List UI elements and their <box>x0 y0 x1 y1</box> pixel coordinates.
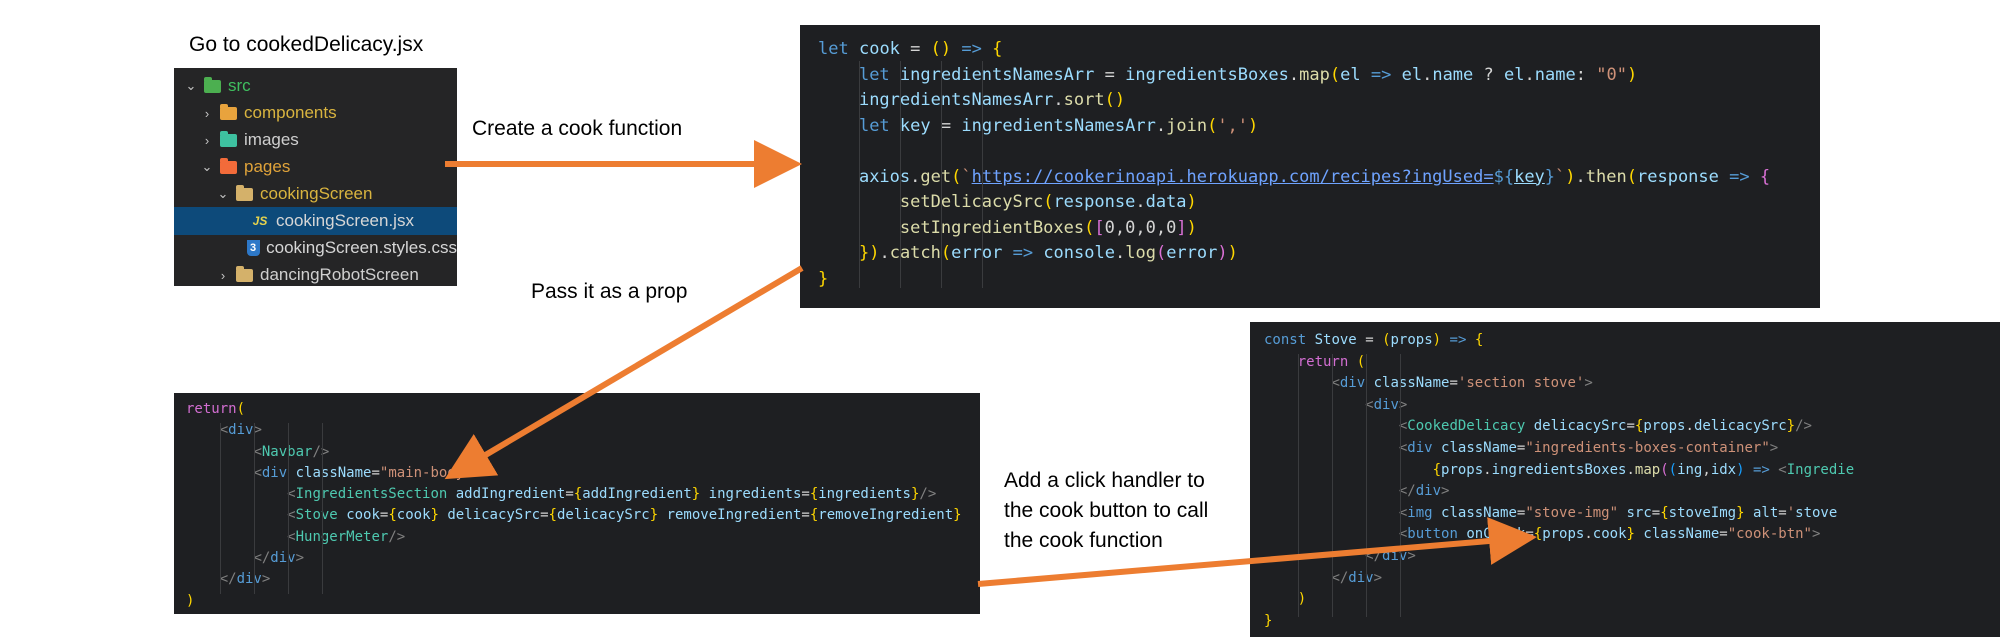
code-line: <div className="main-body"> <box>253 464 482 481</box>
code-line: <div> <box>1365 396 1408 413</box>
code-line: {props.ingredientsBoxes.map((ing,idx) =>… <box>1432 461 1855 478</box>
folder-open-icon <box>234 184 254 202</box>
main-return-code-panel: return( <div> <Navbar/> <div className="… <box>174 393 980 614</box>
tree-item-label: cookingScreen <box>260 184 373 203</box>
chevron-down-icon: ⌄ <box>201 159 213 174</box>
tree-item-label: components <box>244 103 337 122</box>
indent-guide <box>1400 354 1401 617</box>
tree-item-label: images <box>244 130 299 149</box>
code-line: axios.get(`https://cookerinoapi.herokuap… <box>858 166 1771 187</box>
images-folder-icon <box>218 130 238 148</box>
stove-component-code-panel: const Stove = (props) => { return ( <div… <box>1250 322 2000 637</box>
chevron-right-icon: › <box>204 132 210 148</box>
caption-click-handler-2: the cook button to call <box>1004 499 1209 522</box>
indent-guide <box>288 423 289 594</box>
indent-guide <box>982 61 983 288</box>
code-line: let cook = () => { <box>818 39 1003 59</box>
tree-item-cookingscreen-styles-css[interactable]: 3 cookingScreen.styles.css <box>174 234 457 262</box>
code-line: <img className="stove-img" src={stoveImg… <box>1398 504 1838 521</box>
code-line: </div> <box>1365 547 1416 564</box>
tree-item-src[interactable]: ⌄ src <box>174 72 457 100</box>
code-line: </div> <box>219 571 271 588</box>
code-line: }).catch(error => console.log(error)) <box>858 243 1238 263</box>
tree-item-label: src <box>228 76 251 95</box>
tree-item-cookingscreen[interactable]: ⌄ cookingScreen <box>174 180 457 208</box>
code-line: <Navbar/> <box>253 443 330 460</box>
tree-item-label: cookingScreen.styles.css <box>266 238 457 257</box>
code-line: <HungerMeter/> <box>287 528 406 545</box>
folder-icon <box>234 265 254 283</box>
tree-item-pages[interactable]: ⌄ pages <box>174 153 457 181</box>
tree-item-label: cookingScreen.jsx <box>276 211 414 230</box>
code-line: } <box>818 268 829 289</box>
code-line: return( <box>186 401 246 417</box>
code-line: <div> <box>219 422 262 439</box>
code-line: } <box>1264 612 1273 629</box>
caption-create-cook: Create a cook function <box>472 117 683 140</box>
indent-guide <box>220 423 221 594</box>
chevron-down-icon: ⌄ <box>185 78 197 93</box>
code-line: <Stove cook={cook} delicacySrc={delicacy… <box>287 507 962 524</box>
caption-click-handler-3: the cook function <box>1004 529 1163 552</box>
src-folder-icon <box>202 76 222 94</box>
caption-goto: Go to cookedDelicacy.jsx <box>189 33 424 56</box>
code-line: <div className='section stove'> <box>1331 375 1593 392</box>
indent-guide <box>900 61 901 288</box>
indent-guide <box>941 61 942 288</box>
pages-folder-icon <box>218 157 238 175</box>
code-line: <button onClick={props.cook} className="… <box>1398 526 1821 543</box>
code-line: setIngredientBoxes([0,0,0,0]) <box>899 217 1197 238</box>
css-file-icon: 3 <box>246 240 260 256</box>
tree-item-label: pages <box>244 157 291 176</box>
code-line: <IngredientsSection addIngredient={addIn… <box>287 486 937 503</box>
caption-click-handler-1: Add a click handler to <box>1004 469 1205 492</box>
chevron-right-icon: › <box>204 105 210 121</box>
indent-guide <box>1332 354 1333 617</box>
code-line: ingredientsNamesArr.sort() <box>858 90 1126 110</box>
code-line: ) <box>1297 591 1307 608</box>
code-line: <div className="ingredients-boxes-contai… <box>1398 439 1779 456</box>
caption-pass-prop: Pass it as a prop <box>531 280 688 303</box>
code-line: const Stove = (props) => { <box>1264 332 1484 348</box>
code-line: <CookedDelicacy delicacySrc={props.delic… <box>1398 418 1812 435</box>
indent-guide <box>1366 354 1367 617</box>
components-folder-icon <box>218 103 238 121</box>
code-line: setDelicacySrc(response.data) <box>899 192 1197 212</box>
indent-guide <box>1298 354 1299 617</box>
indent-guide <box>322 423 323 594</box>
code-line: ) <box>186 592 195 609</box>
code-line: </div> <box>1331 569 1383 586</box>
code-line: let key = ingredientsNamesArr.join(',') <box>858 115 1259 136</box>
jsx-file-icon: JS <box>252 214 268 228</box>
tree-item-images[interactable]: › images <box>174 126 457 154</box>
tree-item-label: dancingRobotScreen <box>260 265 419 284</box>
tree-item-components[interactable]: › components <box>174 99 457 127</box>
indent-guide <box>859 61 860 288</box>
code-line: let ingredientsNamesArr = ingredientsBox… <box>858 64 1638 85</box>
chevron-right-icon: › <box>220 267 226 283</box>
cook-function-code-panel: let cook = () => { let ingredientsNamesA… <box>800 25 1820 308</box>
file-explorer: ⌄ src › components › images ⌄ pages ⌄ cookingScre… <box>174 68 457 286</box>
chevron-down-icon: ⌄ <box>217 186 229 201</box>
code-line: </div> <box>1398 483 1450 500</box>
tree-item-cookingscreen-jsx[interactable]: JS cookingScreen.jsx <box>174 207 457 235</box>
code-line: </div> <box>253 550 305 567</box>
code-line: return ( <box>1297 353 1366 370</box>
tree-item-dancingrobotscreen[interactable]: › dancingRobotScreen <box>174 261 457 286</box>
indent-guide <box>254 423 255 594</box>
